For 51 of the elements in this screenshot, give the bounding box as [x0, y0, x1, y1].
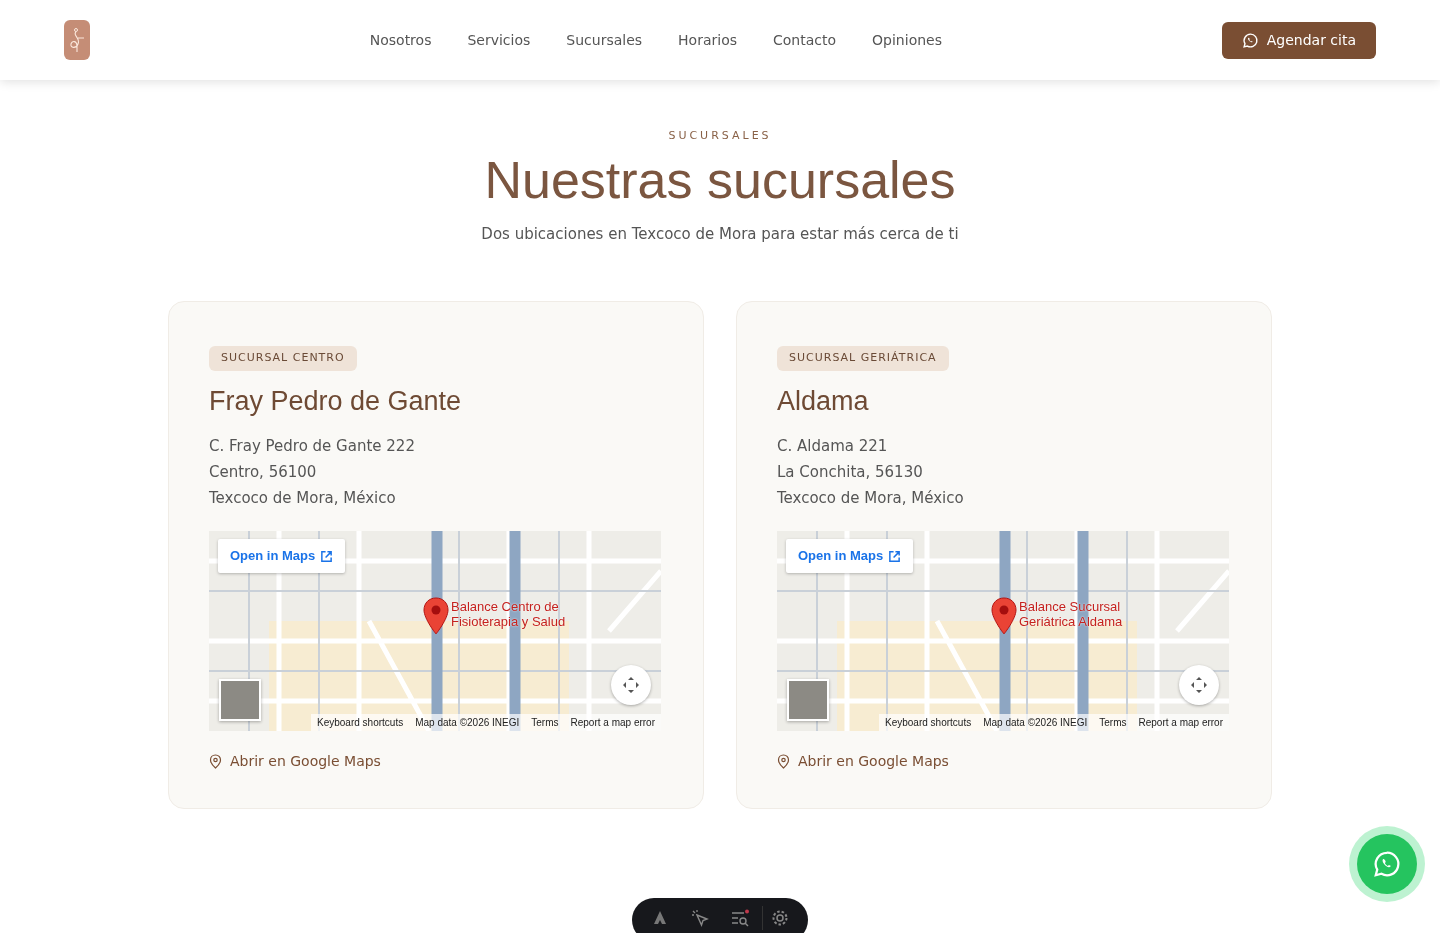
book-appointment-button[interactable]: Agendar cita [1221, 21, 1376, 59]
map-footer-link[interactable]: Terms [531, 715, 559, 731]
map-view[interactable]: Open in Maps Balance Sucursal Geriátrica Aldama Keyboard shortcuts Map data ©2026 INEGI Terms Report a map error [777, 531, 1229, 732]
branch-tag: SUCURSAL GERIÁTRICA [777, 346, 949, 371]
external-link-icon [888, 549, 902, 563]
map-footer-link[interactable]: Terms [1099, 715, 1127, 731]
address-line: Texcoco de Mora, México [209, 488, 397, 510]
open-in-maps-button[interactable]: Open in Maps [218, 539, 346, 573]
map-footer-link[interactable]: Report a map error [570, 715, 655, 731]
address-line: Texcoco de Mora, México [777, 488, 965, 510]
satellite-toggle-thumbnail[interactable] [219, 679, 261, 722]
section-eyebrow: SUCURSALES [667, 128, 773, 144]
logo-icon [653, 910, 667, 926]
nav-link[interactable]: Horarios [660, 29, 756, 51]
nav-link[interactable]: Contacto [755, 29, 855, 51]
map-pin-icon [991, 597, 1017, 636]
branch-name: Fray Pedro de Gante [209, 384, 463, 418]
location-pin-icon [209, 754, 222, 770]
open-google-maps-link[interactable]: Abrir en Google Maps [209, 751, 381, 773]
logo[interactable] [64, 20, 90, 60]
map-attribution: Map data ©2026 INEGI [983, 716, 1088, 731]
nav-link[interactable]: Servicios [449, 29, 549, 51]
nav-link[interactable]: Opiniones [854, 29, 960, 51]
map-footer-link[interactable]: Report a map error [1138, 715, 1223, 731]
nav-link[interactable]: Sucursales [548, 29, 661, 51]
branch-tag: SUCURSAL CENTRO [209, 346, 357, 371]
map-marker-label: Balance Sucursal Geriátrica Aldama [1019, 599, 1124, 630]
map-footer-link[interactable]: Keyboard shortcuts [885, 715, 972, 731]
section-title: Nuestras sucursales [483, 149, 957, 211]
address-line: C. Fray Pedro de Gante 222 [209, 436, 416, 458]
map-attribution: Map data ©2026 INEGI [415, 716, 520, 731]
address-line: C. Aldama 221 [777, 436, 889, 458]
open-in-maps-button[interactable]: Open in Maps [786, 539, 914, 573]
address-line: La Conchita, 56130 [777, 462, 924, 484]
map-pin-icon [423, 597, 449, 636]
map-marker-label: Balance Centro de Fisioterapia y Salud [451, 599, 567, 630]
chat-bubble-icon [1241, 31, 1259, 49]
location-pin-icon [777, 754, 790, 770]
open-google-maps-link[interactable]: Abrir en Google Maps [777, 751, 949, 773]
nav-link[interactable]: Nosotros [351, 29, 450, 51]
cursor-icon [690, 909, 709, 927]
map-view[interactable]: Open in Maps Balance Centro de Fisioterapia y Salud Keyboard shortcuts Map data ©2026 INEGI Terms Report a map error [209, 531, 661, 732]
list-search-icon [729, 909, 750, 927]
branch-name: Aldama [777, 384, 870, 418]
satellite-toggle-thumbnail[interactable] [787, 679, 829, 722]
settings-icon [771, 909, 790, 927]
map-footer-link[interactable]: Keyboard shortcuts [317, 715, 404, 731]
external-link-icon [320, 549, 334, 563]
chat-bubble-icon [1372, 849, 1402, 879]
address-line: Centro, 56100 [209, 462, 318, 484]
section-subtitle: Dos ubicaciones en Texcoco de Mora para estar más cerca de ti [480, 223, 960, 245]
